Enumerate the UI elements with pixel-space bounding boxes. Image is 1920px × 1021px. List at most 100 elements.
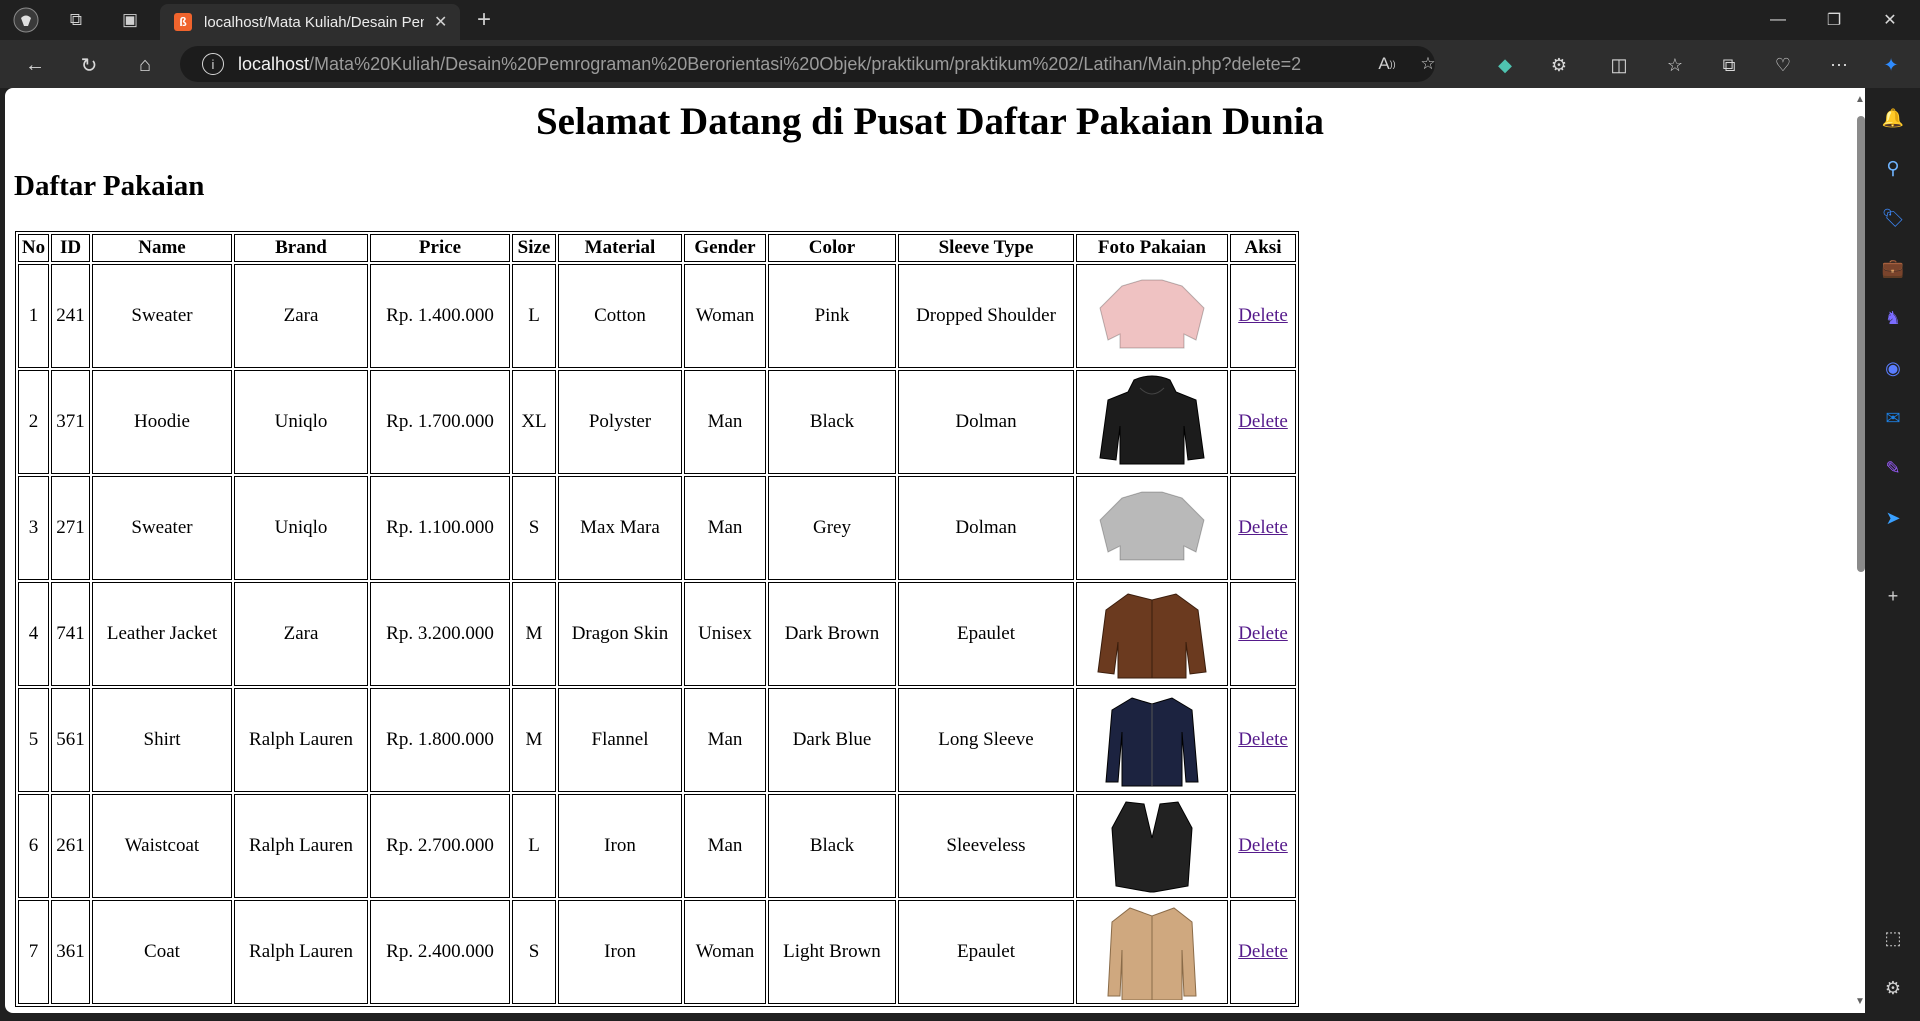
tools-briefcase-icon[interactable]: 💼	[1878, 253, 1908, 283]
cell-size: S	[512, 900, 556, 1004]
page-title: Selamat Datang di Pusat Daftar Pakaian D…	[535, 100, 1325, 143]
cell-brand: Ralph Lauren	[234, 688, 368, 792]
cell-gender: Unisex	[684, 582, 766, 686]
cell-action: Delete	[1230, 900, 1296, 1004]
restore-icon[interactable]: ❐	[1806, 0, 1862, 40]
back-icon[interactable]: ←	[20, 50, 50, 80]
site-info-icon[interactable]: i	[202, 53, 224, 75]
favorite-star-icon[interactable]: ☆	[1416, 52, 1440, 76]
extension-shield-icon[interactable]: ◆	[1490, 50, 1520, 80]
delete-link[interactable]: Delete	[1238, 835, 1288, 856]
copilot-icon[interactable]: ✦	[1876, 50, 1906, 80]
cell-gender: Man	[684, 370, 766, 474]
address-bar[interactable]: i localhost/Mata%20Kuliah/Desain%20Pemro…	[180, 46, 1436, 82]
extensions-icon[interactable]: ⚙	[1544, 50, 1574, 80]
tab-active[interactable]: ß localhost/Mata Kuliah/Desain Pemrogram…	[160, 4, 460, 40]
scroll-thumb[interactable]	[1857, 116, 1865, 572]
header-size: Size	[512, 234, 556, 262]
copilot-sidebar-icon[interactable]: ◉	[1878, 353, 1908, 383]
clothing-photo	[1079, 901, 1225, 1003]
collections-icon[interactable]: ⧉	[1714, 50, 1744, 80]
refresh-icon[interactable]: ↻	[74, 50, 104, 80]
close-window-icon[interactable]: ✕	[1862, 0, 1918, 40]
delete-link[interactable]: Delete	[1238, 305, 1288, 326]
cell-gender: Woman	[684, 264, 766, 368]
home-icon[interactable]: ⌂	[130, 50, 160, 80]
cell-no: 4	[18, 582, 49, 686]
cell-sleeve-type: Epaulet	[898, 582, 1074, 686]
delete-link[interactable]: Delete	[1238, 729, 1288, 750]
cell-sleeve-type: Dropped Shoulder	[898, 264, 1074, 368]
page-viewport: Selamat Datang di Pusat Daftar Pakaian D…	[5, 88, 1865, 1013]
vertical-scrollbar[interactable]: ▲ ▼	[1855, 88, 1865, 1013]
cell-price: Rp. 1.100.000	[370, 476, 510, 580]
designer-icon[interactable]: ✎	[1878, 453, 1908, 483]
cell-photo	[1076, 794, 1228, 898]
cell-photo	[1076, 264, 1228, 368]
cell-brand: Uniqlo	[234, 370, 368, 474]
cell-name: Waistcoat	[92, 794, 232, 898]
delete-link[interactable]: Delete	[1238, 941, 1288, 962]
new-tab-icon[interactable]: +	[470, 6, 498, 34]
scroll-down-icon[interactable]: ▼	[1855, 996, 1865, 1007]
cell-price: Rp. 2.400.000	[370, 900, 510, 1004]
cell-price: Rp. 1.800.000	[370, 688, 510, 792]
delete-link[interactable]: Delete	[1238, 411, 1288, 432]
cell-no: 2	[18, 370, 49, 474]
delete-link[interactable]: Delete	[1238, 517, 1288, 538]
header-price: Price	[370, 234, 510, 262]
cell-price: Rp. 1.700.000	[370, 370, 510, 474]
tab-title: localhost/Mata Kuliah/Desain Pemrograman	[204, 13, 424, 31]
outlook-icon[interactable]: ✉	[1878, 403, 1908, 433]
screenshot-icon[interactable]: ⬚	[1878, 923, 1908, 953]
cell-gender: Woman	[684, 900, 766, 1004]
table-header-row: No ID Name Brand Price Size Material Gen…	[18, 234, 1296, 262]
cell-size: L	[512, 264, 556, 368]
profile-avatar-icon[interactable]	[12, 6, 40, 34]
cell-action: Delete	[1230, 476, 1296, 580]
cell-material: Flannel	[558, 688, 682, 792]
header-name: Name	[92, 234, 232, 262]
send-icon[interactable]: ➤	[1878, 503, 1908, 533]
workspaces-icon[interactable]: ⧉	[62, 6, 90, 34]
vertical-tabs-icon[interactable]: ▣	[116, 6, 144, 34]
settings-gear-icon[interactable]: ⚙	[1878, 973, 1908, 1003]
title-bar: ⧉ ▣ ß localhost/Mata Kuliah/Desain Pemro…	[0, 0, 1920, 40]
cell-size: L	[512, 794, 556, 898]
url-text[interactable]: localhost/Mata%20Kuliah/Desain%20Pemrogr…	[238, 54, 1301, 75]
table-row: 3 271 Sweater Uniqlo Rp. 1.100.000 S Max Mara M…	[18, 476, 1296, 580]
browser-essentials-icon[interactable]: ♡	[1768, 50, 1798, 80]
search-icon[interactable]: ⚲	[1878, 153, 1908, 183]
cell-sleeve-type: Sleeveless	[898, 794, 1074, 898]
cell-gender: Man	[684, 794, 766, 898]
cell-brand: Zara	[234, 582, 368, 686]
cell-sleeve-type: Dolman	[898, 476, 1074, 580]
games-chess-icon[interactable]: ♞	[1878, 303, 1908, 333]
more-menu-icon[interactable]: ⋯	[1824, 50, 1854, 80]
read-aloud-icon[interactable]: A))	[1375, 52, 1399, 76]
cell-id: 241	[51, 264, 90, 368]
cell-material: Max Mara	[558, 476, 682, 580]
cell-action: Delete	[1230, 688, 1296, 792]
cell-photo	[1076, 900, 1228, 1004]
cell-photo	[1076, 476, 1228, 580]
cell-color: Dark Blue	[768, 688, 896, 792]
minimize-icon[interactable]: —	[1750, 0, 1806, 40]
header-action: Aksi	[1230, 234, 1296, 262]
close-tab-icon[interactable]: ✕	[434, 12, 447, 32]
clothing-photo	[1079, 265, 1225, 367]
split-screen-icon[interactable]: ◫	[1604, 50, 1634, 80]
add-sidebar-app-icon[interactable]: +	[1878, 581, 1908, 611]
cell-no: 6	[18, 794, 49, 898]
scroll-up-icon[interactable]: ▲	[1855, 94, 1865, 105]
cell-brand: Uniqlo	[234, 476, 368, 580]
delete-link[interactable]: Delete	[1238, 623, 1288, 644]
cell-material: Iron	[558, 900, 682, 1004]
notifications-bell-icon[interactable]: 🔔	[1878, 103, 1908, 133]
favorites-icon[interactable]: ☆	[1660, 50, 1690, 80]
cell-id: 271	[51, 476, 90, 580]
cell-price: Rp. 1.400.000	[370, 264, 510, 368]
cell-brand: Ralph Lauren	[234, 794, 368, 898]
cell-gender: Man	[684, 688, 766, 792]
shopping-tag-icon[interactable]: 🏷	[1878, 203, 1908, 233]
